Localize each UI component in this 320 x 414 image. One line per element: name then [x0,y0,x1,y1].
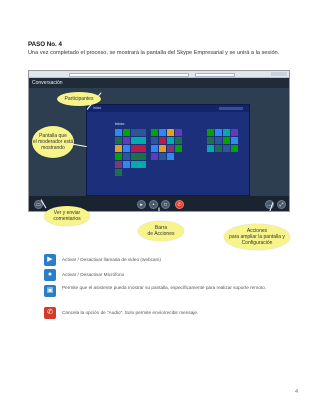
video-camera-icon: ▶ [44,254,56,266]
step-title: PASO No. 4 [28,41,62,48]
step-description: Una vez completado el proceso, se mostra… [28,50,280,56]
start-tile [215,137,222,144]
start-tile [175,137,182,144]
mic-button[interactable]: • [149,200,158,209]
moderator-screen-line: mostrando [41,145,65,151]
start-tile [207,129,214,136]
start-tile [123,145,130,152]
start-tile [123,153,130,160]
start-tile [131,145,146,152]
start-tile [167,129,174,136]
shared-desktop-label: Inicio [93,106,102,110]
browser-toolbar [29,71,289,78]
start-tile [167,145,174,152]
start-tile [159,137,166,144]
start-tile [167,153,174,160]
start-tile [231,129,238,136]
start-tile [115,169,122,176]
shared-desktop-controls [219,106,243,110]
start-tile [215,129,222,136]
start-tile [123,137,130,144]
hang-up-button[interactable]: ✆ [175,200,184,209]
chat-callout: Ver y enviar comentarios [44,206,90,226]
legend-text: Permite que el asistente pueda mostrar s… [62,285,267,290]
screen-share-icon: ▣ [44,285,56,297]
conversation-title: Conversación [32,80,63,86]
start-tile [167,137,174,144]
page-number: 4 [295,389,299,395]
screen-share-icon: □ [163,202,168,208]
hang-up-icon: ✆ [44,307,56,319]
start-tile [215,145,222,152]
start-tile [207,137,214,144]
start-tile [159,153,166,160]
start-screen-title: Inicio [115,121,125,126]
legend-text: Activar / Desactivar Micrófono [62,272,125,277]
start-tile [131,129,146,136]
start-tile [223,129,230,136]
start-tile [223,145,230,152]
video-button[interactable]: ▸ [137,200,146,209]
start-tile [115,137,122,144]
participants-callout: Participantes [57,92,101,106]
start-tile [151,129,158,136]
start-tile [131,161,146,168]
start-tile [207,145,214,152]
chat-callout-line: comentarios [53,216,81,222]
start-tile [123,161,130,168]
video-camera-icon: ▸ [140,202,143,208]
start-tile [115,153,122,160]
start-tile [151,153,158,160]
microphone-icon: ● [44,269,56,281]
start-tile [231,145,238,152]
start-tile [115,145,122,152]
shared-desktop-toolbar: Inicio [87,105,249,112]
address-bar [69,72,189,77]
actions-config-callout-line: Configuración [241,240,273,246]
start-tile [115,161,122,168]
start-tile [131,137,146,144]
start-tile [223,137,230,144]
start-tile [159,145,166,152]
actions-config-callout: Acciones para ampliar la pantalla y Conf… [224,224,290,250]
moderator-screen-callout: Pantalla que el moderador está mostrando [32,126,74,158]
start-tile [175,145,182,152]
legend-text: Activar / Desactivar llamada de video (w… [62,257,161,262]
hang-up-icon: ✆ [177,202,182,208]
start-tile [151,137,158,144]
window-controls [271,72,287,76]
start-tile [123,129,130,136]
shared-desktop: Inicio Inicio [86,104,250,196]
actions-bar-callout-line: de Acciones [147,231,175,237]
start-tile [231,137,238,144]
participants-callout-text: Participantes [64,96,94,102]
actions-bar-callout: Barra de Acciones [138,221,184,241]
start-tile [175,129,182,136]
fullscreen-icon: ⤢ [279,202,284,208]
start-tile [151,145,158,152]
start-tile [131,153,146,160]
screen-share-button[interactable]: □ [161,200,170,209]
microphone-icon: • [152,202,155,208]
callout-pointer [158,207,160,211]
start-tile [115,129,122,136]
start-tile [159,129,166,136]
legend-text: Cancela la opción de “Audio”. Solo permi… [62,310,199,315]
fullscreen-button[interactable]: ⤢ [277,200,286,209]
browser-tab [195,72,235,77]
